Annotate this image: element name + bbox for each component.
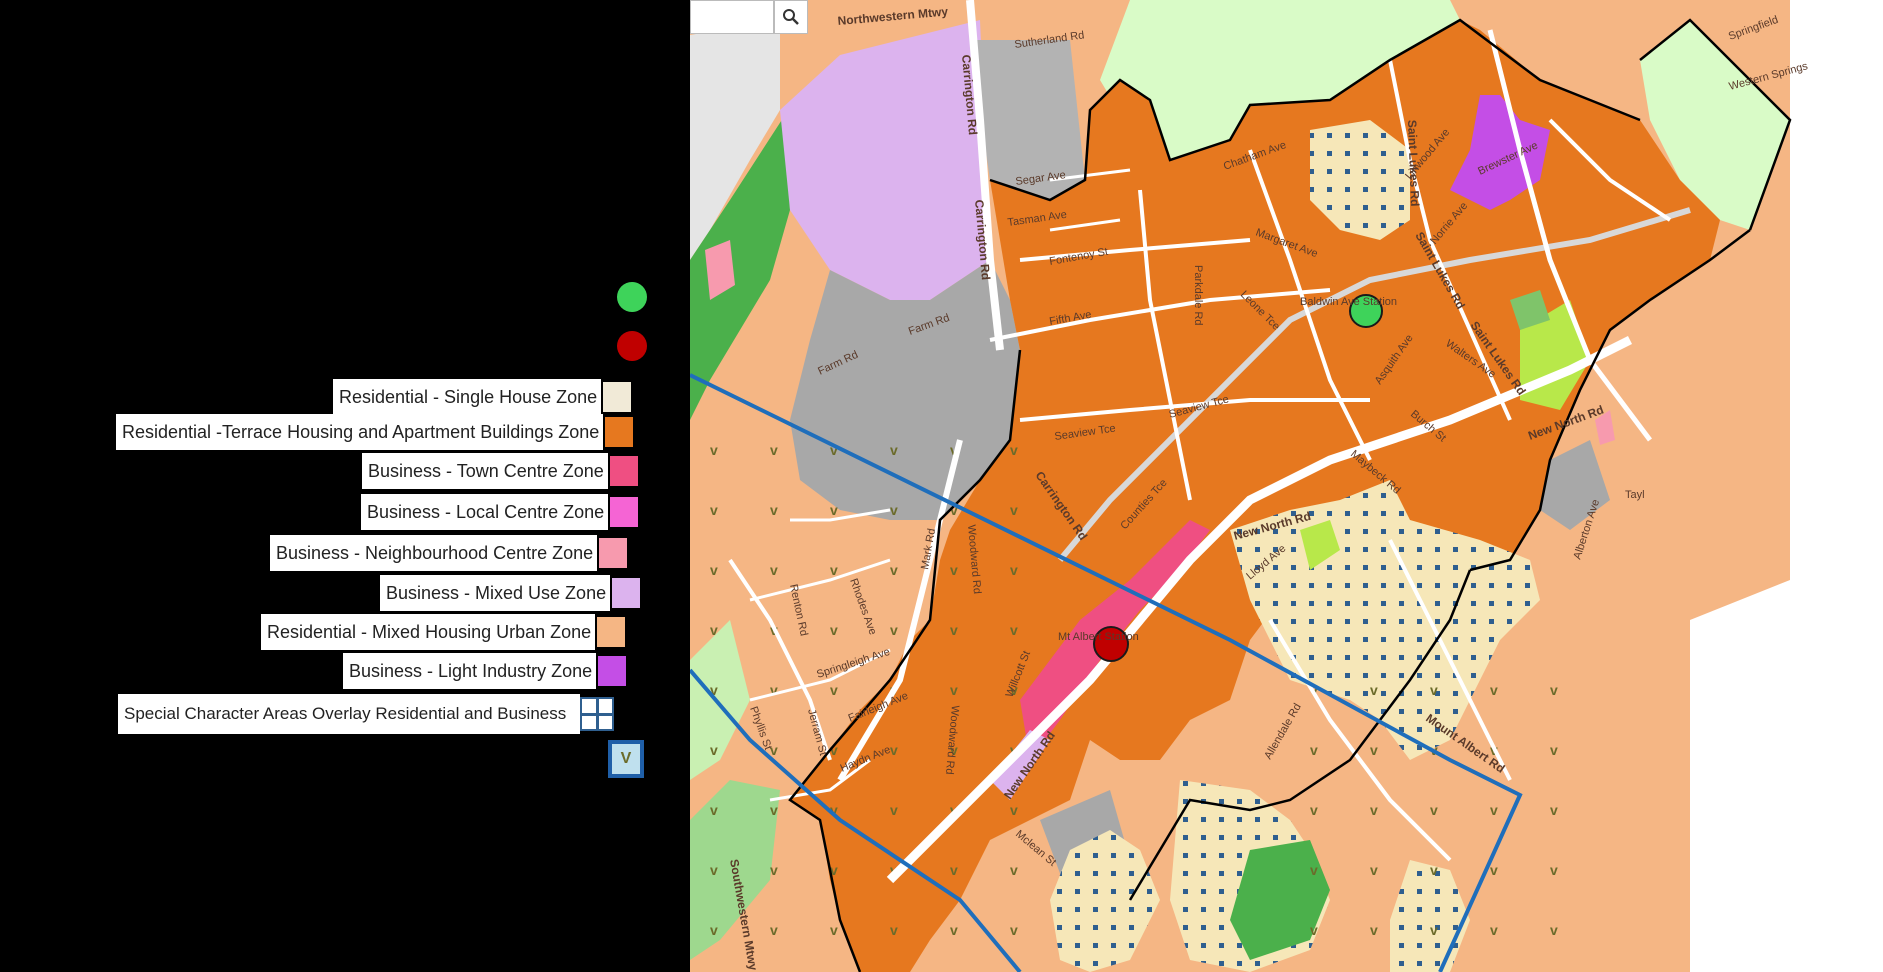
legend-item-mixed-use: Business - Mixed Use Zone: [380, 575, 641, 611]
legend-label: Business - Town Centre Zone: [362, 453, 608, 489]
legend-swatch-v-overlay: V: [608, 740, 644, 778]
road-label: Parkdale Rd: [1192, 265, 1204, 326]
legend-label: Business - Mixed Use Zone: [380, 575, 611, 611]
legend-swatch: [610, 497, 639, 527]
legend-swatch: [599, 538, 628, 568]
v-overlay-pattern: [1290, 640, 1610, 972]
road-label: Tayl: [1625, 489, 1645, 501]
legend-item-local-centre: Business - Local Centre Zone: [361, 494, 639, 530]
zoning-map[interactable]: v: [690, 0, 1883, 972]
legend-swatch: [597, 617, 626, 647]
legend-swatch: [598, 656, 627, 686]
legend-swatch: [603, 382, 632, 412]
v-glyph: V: [620, 750, 632, 767]
legend-label: Business - Light Industry Zone: [343, 653, 597, 689]
legend-label: Business - Neighbourhood Centre Zone: [270, 535, 598, 571]
legend-swatch: [612, 578, 641, 608]
search-icon: [783, 9, 799, 25]
legend-label: Residential -Terrace Housing and Apartme…: [116, 414, 604, 450]
legend-swatch: [609, 456, 638, 486]
station-label: Mt Albert Station: [1058, 631, 1139, 643]
legend-item-single-house: Residential - Single House Zone: [333, 379, 632, 415]
legend-label: Residential - Mixed Housing Urban Zone: [261, 614, 596, 650]
legend-swatch: [605, 417, 634, 447]
map-canvas[interactable]: v: [690, 0, 1883, 972]
map-search-input[interactable]: [690, 0, 774, 34]
green-station-marker-legend: [617, 282, 647, 312]
legend-label: Business - Local Centre Zone: [361, 494, 609, 530]
legend-item-town-centre: Business - Town Centre Zone: [362, 453, 638, 489]
legend-label: Special Character Areas Overlay Resident…: [118, 694, 581, 734]
legend-item-light-industry: Business - Light Industry Zone: [343, 653, 627, 689]
legend-swatch-hatched: [580, 697, 615, 731]
red-station-marker-legend: [617, 331, 647, 361]
map-search-button[interactable]: [774, 0, 808, 34]
legend-item-mixed-housing-urban: Residential - Mixed Housing Urban Zone: [261, 614, 626, 650]
legend-item-terrace-housing: Residential -Terrace Housing and Apartme…: [116, 414, 634, 450]
map-legend: Residential - Single House Zone Resident…: [0, 0, 690, 972]
legend-item-special-character: Special Character Areas Overlay Resident…: [118, 694, 618, 734]
map-blank-area: [1690, 560, 1883, 972]
legend-label: Residential - Single House Zone: [333, 379, 602, 415]
station-label: Baldwin Ave Station: [1300, 296, 1397, 308]
legend-item-neighbourhood-centre: Business - Neighbourhood Centre Zone: [270, 535, 628, 571]
